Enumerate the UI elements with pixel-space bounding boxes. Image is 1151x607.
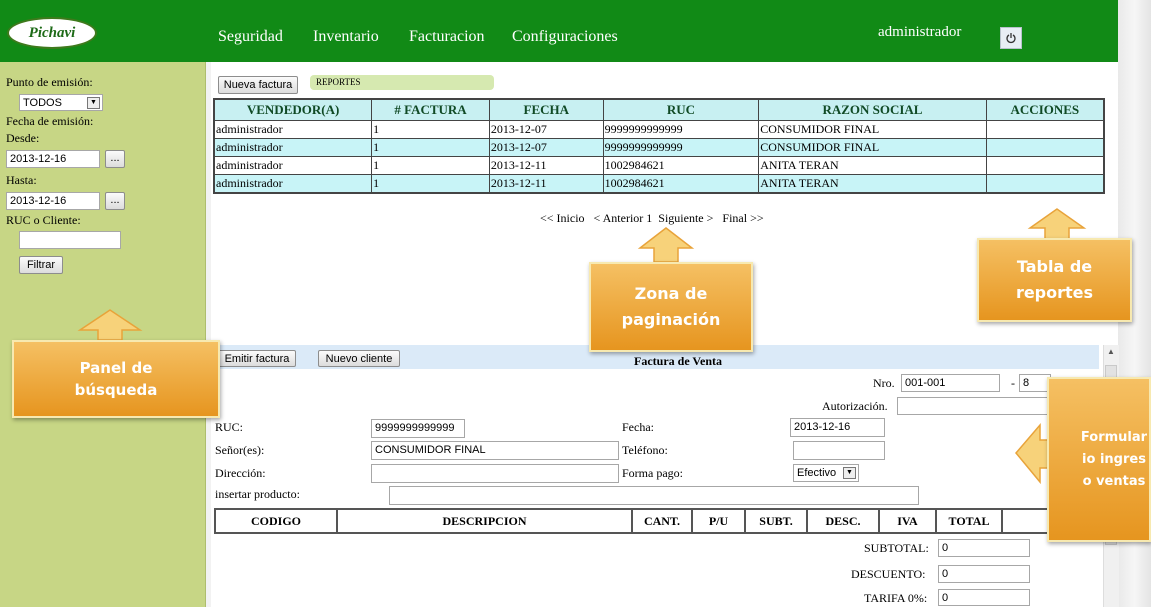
callout-panel-text: Panel de búsqueda: [74, 359, 158, 399]
callout-panel-busqueda: Panel de búsqueda: [12, 340, 220, 418]
callout-tabla-text: Tabla de reportes: [1015, 257, 1094, 302]
arrow-up-icon: [77, 309, 143, 341]
arrow-up-icon: [637, 227, 695, 263]
callout-zona-paginacion: Zona de paginación: [589, 262, 753, 352]
arrow-up-icon: [1027, 208, 1087, 241]
callout-zona-text: Zona de paginación: [621, 284, 721, 329]
callout-tabla-reportes: Tabla de reportes: [977, 238, 1132, 322]
callout-formulario: Formulario ingreso ventas: [1047, 377, 1151, 542]
callout-formulario-text: Formulario ingreso ventas: [1080, 429, 1148, 489]
